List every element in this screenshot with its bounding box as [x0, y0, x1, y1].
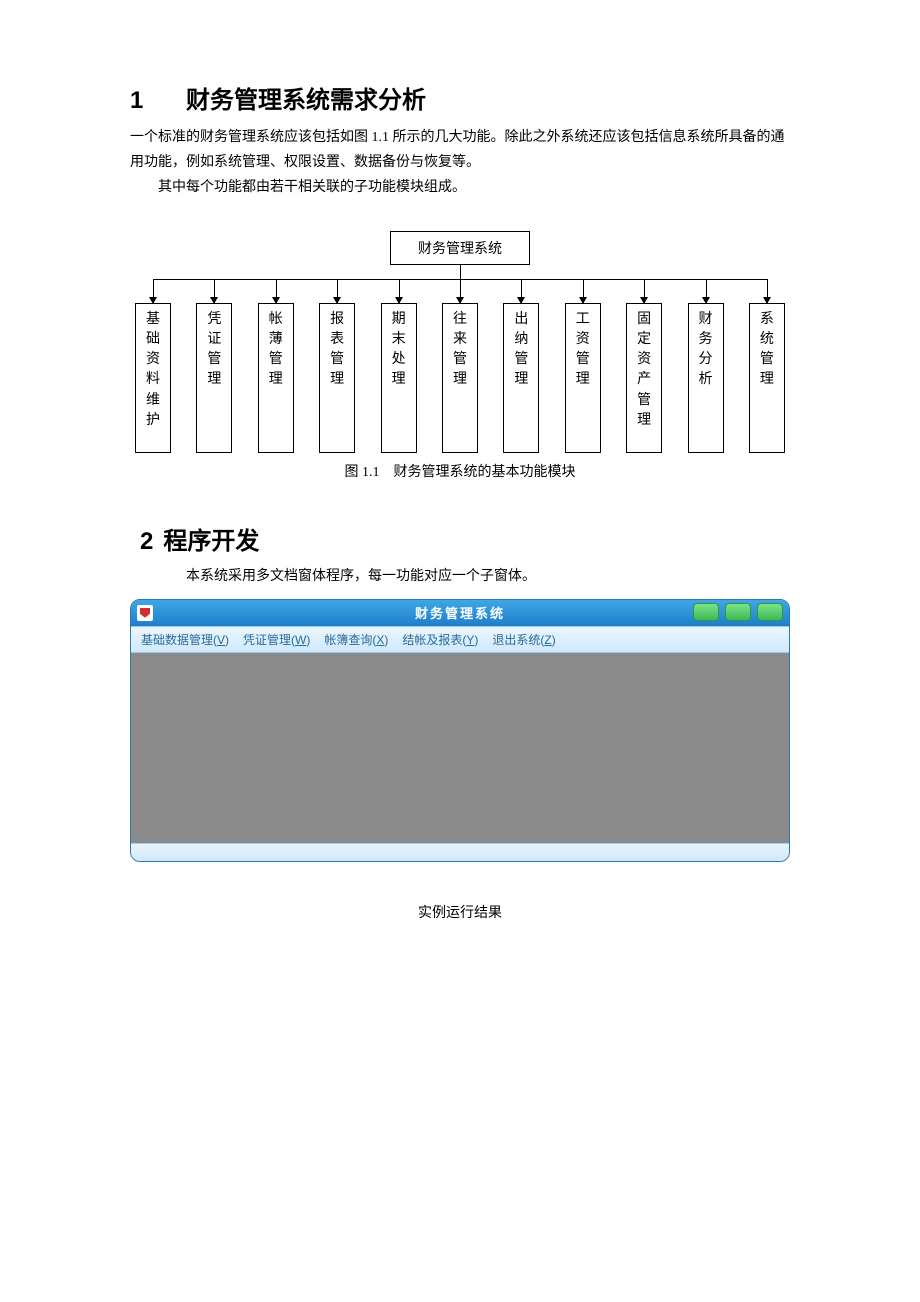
- menu-item[interactable]: 帐簿查询(X): [324, 631, 388, 648]
- org-child-box: 报表管理: [319, 303, 355, 453]
- status-bar: [131, 843, 789, 861]
- org-child-cell: 固定资产管理: [621, 303, 667, 453]
- close-button[interactable]: [757, 603, 783, 621]
- org-stem: [460, 265, 461, 279]
- section-2-heading: 2 程序开发: [140, 521, 790, 556]
- run-result-caption: 实例运行结果: [130, 902, 790, 922]
- section-1-title: 财务管理系统需求分析: [186, 87, 426, 114]
- menu-item[interactable]: 凭证管理(W): [243, 631, 310, 648]
- org-child-box: 固定资产管理: [626, 303, 662, 453]
- org-children-row: 基础资料维护凭证管理帐薄管理报表管理期末处理往来管理出纳管理工资管理固定资产管理…: [130, 303, 790, 453]
- menu-item[interactable]: 退出系统(Z): [492, 631, 555, 648]
- section-2-number: 2: [140, 528, 153, 556]
- org-child-cell: 期末处理: [376, 303, 422, 453]
- menu-item[interactable]: 基础数据管理(V): [141, 631, 229, 648]
- figure-1-1-caption: 图 1.1 财务管理系统的基本功能模块: [130, 461, 790, 481]
- window-buttons: [693, 603, 783, 621]
- org-child-box: 工资管理: [565, 303, 601, 453]
- org-child-box: 帐薄管理: [258, 303, 294, 453]
- org-child-cell: 工资管理: [560, 303, 606, 453]
- org-child-cell: 帐薄管理: [253, 303, 299, 453]
- org-chart: 财务管理系统 基础资料维护凭证管理帐薄管理报表管理期末处理往来管理出纳管理工资管…: [130, 231, 790, 453]
- org-connector-rail: [130, 279, 790, 303]
- menu-bar: 基础数据管理(V) 凭证管理(W) 帐簿查询(X) 结帐及报表(Y) 退出系统(Z): [131, 626, 789, 653]
- org-child-box: 财务分析: [688, 303, 724, 453]
- org-child-cell: 报表管理: [314, 303, 360, 453]
- menu-item[interactable]: 结帐及报表(Y): [402, 631, 478, 648]
- org-child-box: 基础资料维护: [135, 303, 171, 453]
- mdi-client-area: [131, 653, 789, 843]
- org-child-cell: 系统管理: [744, 303, 790, 453]
- org-root-box: 财务管理系统: [390, 231, 530, 265]
- title-bar: 财务管理系统: [131, 600, 789, 626]
- org-child-cell: 凭证管理: [191, 303, 237, 453]
- app-window: 财务管理系统 基础数据管理(V) 凭证管理(W) 帐簿查询(X) 结帐及报表(Y) 退出…: [130, 599, 790, 862]
- section-2-title: 程序开发: [163, 528, 259, 555]
- org-child-box: 凭证管理: [196, 303, 232, 453]
- section-1-para-1: 一个标准的财务管理系统应该包括如图 1.1 所示的几大功能。除此之外系统还应该包…: [130, 125, 790, 175]
- window-title: 财务管理系统: [131, 603, 789, 622]
- section-1-heading: 1财务管理系统需求分析: [130, 80, 790, 115]
- org-child-box: 往来管理: [442, 303, 478, 453]
- org-child-cell: 往来管理: [437, 303, 483, 453]
- org-child-cell: 出纳管理: [498, 303, 544, 453]
- section-2-para: 本系统采用多文档窗体程序，每一功能对应一个子窗体。: [130, 564, 790, 589]
- org-child-cell: 基础资料维护: [130, 303, 176, 453]
- minimize-button[interactable]: [693, 603, 719, 621]
- org-child-cell: 财务分析: [683, 303, 729, 453]
- org-child-box: 出纳管理: [503, 303, 539, 453]
- org-child-box: 系统管理: [749, 303, 785, 453]
- section-1-para-2: 其中每个功能都由若干相关联的子功能模块组成。: [130, 175, 790, 200]
- org-child-box: 期末处理: [381, 303, 417, 453]
- maximize-button[interactable]: [725, 603, 751, 621]
- section-1-number: 1: [130, 87, 186, 115]
